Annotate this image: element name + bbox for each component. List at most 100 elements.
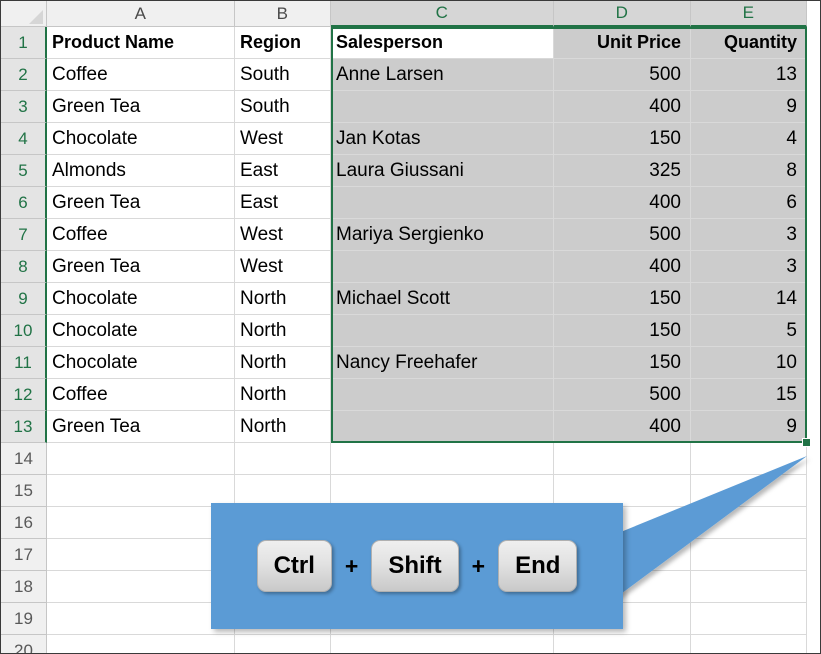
table-row[interactable]: CoffeeWestMariya Sergienko5003 — [47, 219, 820, 251]
cell-C12[interactable] — [331, 379, 554, 411]
table-row[interactable]: CoffeeNorth 50015 — [47, 379, 820, 411]
table-row[interactable]: ChocolateWestJan Kotas1504 — [47, 123, 820, 155]
row-header-20[interactable]: 20 — [1, 635, 47, 653]
cell-D6[interactable]: 400 — [554, 187, 691, 219]
cell-C6[interactable] — [331, 187, 554, 219]
cell-E1[interactable]: Quantity — [691, 27, 807, 59]
cell-C9[interactable]: Michael Scott — [331, 283, 554, 315]
cell-E11[interactable]: 10 — [691, 347, 807, 379]
cell-A3[interactable]: Green Tea — [47, 91, 235, 123]
cell-E19[interactable] — [691, 603, 807, 635]
cell-C7[interactable]: Mariya Sergienko — [331, 219, 554, 251]
cell-A18[interactable] — [47, 571, 235, 603]
cell-E12[interactable]: 15 — [691, 379, 807, 411]
cell-A4[interactable]: Chocolate — [47, 123, 235, 155]
cell-A1[interactable]: Product Name — [47, 27, 235, 59]
table-row[interactable] — [47, 635, 820, 653]
cell-C13[interactable] — [331, 411, 554, 443]
table-row[interactable]: Product NameRegionSalespersonUnit PriceQ… — [47, 27, 820, 59]
cell-B13[interactable]: North — [235, 411, 331, 443]
key-shift[interactable]: Shift — [371, 540, 458, 592]
cell-D4[interactable]: 150 — [554, 123, 691, 155]
select-all-corner[interactable] — [1, 1, 47, 27]
cell-E5[interactable]: 8 — [691, 155, 807, 187]
table-row[interactable]: AlmondsEastLaura Giussani3258 — [47, 155, 820, 187]
cell-C5[interactable]: Laura Giussani — [331, 155, 554, 187]
cell-E6[interactable]: 6 — [691, 187, 807, 219]
cell-D7[interactable]: 500 — [554, 219, 691, 251]
cell-D8[interactable]: 400 — [554, 251, 691, 283]
cell-E2[interactable]: 13 — [691, 59, 807, 91]
row-header-16[interactable]: 16 — [1, 507, 47, 539]
row-header-5[interactable]: 5 — [1, 155, 47, 187]
cell-A20[interactable] — [47, 635, 235, 653]
cell-A16[interactable] — [47, 507, 235, 539]
row-header-15[interactable]: 15 — [1, 475, 47, 507]
row-header-13[interactable]: 13 — [1, 411, 47, 443]
cell-E8[interactable]: 3 — [691, 251, 807, 283]
row-header-17[interactable]: 17 — [1, 539, 47, 571]
cell-E9[interactable]: 14 — [691, 283, 807, 315]
cell-C2[interactable]: Anne Larsen — [331, 59, 554, 91]
table-row[interactable]: ChocolateNorth1505 — [47, 315, 820, 347]
table-row[interactable]: ChocolateNorthNancy Freehafer15010 — [47, 347, 820, 379]
cell-D12[interactable]: 500 — [554, 379, 691, 411]
column-header-e[interactable]: E — [691, 1, 807, 27]
column-header-a[interactable]: A — [47, 1, 235, 27]
cell-E17[interactable] — [691, 539, 807, 571]
cell-E13[interactable]: 9 — [691, 411, 807, 443]
cell-A9[interactable]: Chocolate — [47, 283, 235, 315]
cell-E3[interactable]: 9 — [691, 91, 807, 123]
cell-A8[interactable]: Green Tea — [47, 251, 235, 283]
row-header-10[interactable]: 10 — [1, 315, 47, 347]
cell-D11[interactable]: 150 — [554, 347, 691, 379]
cell-B4[interactable]: West — [235, 123, 331, 155]
table-row[interactable]: Green TeaNorth4009 — [47, 411, 820, 443]
row-header-6[interactable]: 6 — [1, 187, 47, 219]
cell-A12[interactable]: Coffee — [47, 379, 235, 411]
cell-A11[interactable]: Chocolate — [47, 347, 235, 379]
cell-D14[interactable] — [554, 443, 691, 475]
row-header-7[interactable]: 7 — [1, 219, 47, 251]
cell-B14[interactable] — [235, 443, 331, 475]
row-header-18[interactable]: 18 — [1, 571, 47, 603]
cell-D1[interactable]: Unit Price — [554, 27, 691, 59]
cell-B6[interactable]: East — [235, 187, 331, 219]
cell-E15[interactable] — [691, 475, 807, 507]
cell-A17[interactable] — [47, 539, 235, 571]
cell-D2[interactable]: 500 — [554, 59, 691, 91]
cell-B11[interactable]: North — [235, 347, 331, 379]
row-header-14[interactable]: 14 — [1, 443, 47, 475]
cell-A6[interactable]: Green Tea — [47, 187, 235, 219]
cell-C3[interactable] — [331, 91, 554, 123]
table-row[interactable]: ChocolateNorthMichael Scott15014 — [47, 283, 820, 315]
table-row[interactable]: Green TeaSouth 4009 — [47, 91, 820, 123]
cell-C14[interactable] — [331, 443, 554, 475]
cell-B1[interactable]: Region — [235, 27, 331, 59]
cell-C10[interactable] — [331, 315, 554, 347]
key-end[interactable]: End — [498, 540, 577, 592]
cell-E16[interactable] — [691, 507, 807, 539]
column-header-b[interactable]: B — [235, 1, 331, 27]
row-header-4[interactable]: 4 — [1, 123, 47, 155]
cell-E10[interactable]: 5 — [691, 315, 807, 347]
cell-B3[interactable]: South — [235, 91, 331, 123]
row-header-9[interactable]: 9 — [1, 283, 47, 315]
cell-A14[interactable] — [47, 443, 235, 475]
cell-B9[interactable]: North — [235, 283, 331, 315]
cell-B2[interactable]: South — [235, 59, 331, 91]
cell-B12[interactable]: North — [235, 379, 331, 411]
row-header-1[interactable]: 1 — [1, 27, 47, 59]
cell-E20[interactable] — [691, 635, 807, 653]
cell-A5[interactable]: Almonds — [47, 155, 235, 187]
cell-B7[interactable]: West — [235, 219, 331, 251]
table-row[interactable]: Green TeaWest 4003 — [47, 251, 820, 283]
cell-C1[interactable]: Salesperson — [331, 27, 554, 59]
key-ctrl[interactable]: Ctrl — [257, 540, 332, 592]
table-row[interactable] — [47, 443, 820, 475]
row-header-11[interactable]: 11 — [1, 347, 47, 379]
cell-D3[interactable]: 400 — [554, 91, 691, 123]
cell-C20[interactable] — [331, 635, 554, 653]
table-row[interactable]: Green TeaEast 4006 — [47, 187, 820, 219]
cell-B8[interactable]: West — [235, 251, 331, 283]
